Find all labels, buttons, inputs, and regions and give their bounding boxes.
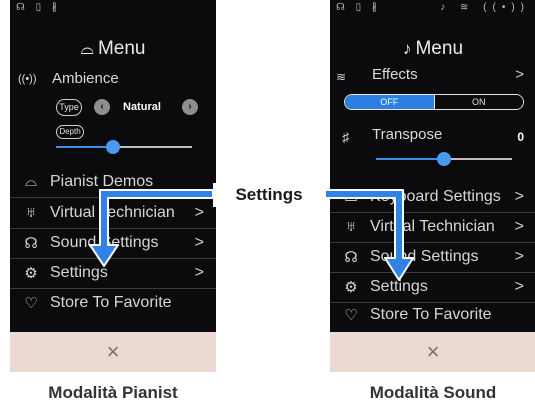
menu-item-label: Pianist Demos (50, 173, 154, 190)
menu-item-label: Store To Favorite (370, 306, 492, 323)
sound-mode-caption: Modalità Sound (369, 383, 497, 402)
transpose-label: Transpose (372, 126, 443, 143)
toggle-off[interactable]: OFF (345, 95, 434, 109)
chevron-right-icon: > (514, 248, 524, 265)
menu-title-label: Menu (97, 38, 146, 59)
menu-item-sound-settings[interactable]: ☊ Sound Settings > (330, 243, 535, 273)
effects-icon: ≋ (336, 70, 347, 84)
effects-toggle[interactable]: OFF ON (344, 94, 524, 110)
menu-item-virtual-technician[interactable]: ♅ Virtual Technician > (10, 199, 216, 229)
pianist-mode-screen: ☊ ▯ ∦ ⌓ Menu ((•)) Ambience Type ‹ Natura… (10, 0, 216, 372)
menu-item-label: Settings (370, 278, 428, 295)
menu-item-label: Virtual Technician (370, 218, 495, 235)
chevron-right-icon[interactable]: > (515, 66, 524, 83)
menu-item-settings[interactable]: ⚙ Settings > (330, 273, 535, 303)
close-icon: × (426, 339, 440, 364)
chevron-right-icon: > (514, 278, 524, 295)
chevron-right-icon: > (194, 234, 204, 251)
depth-slider-fill (56, 146, 113, 148)
gear-icon: ⚙ (24, 265, 38, 282)
ambience-label: Ambience (52, 70, 119, 87)
status-icons: ☊ ▯ ∦ (16, 2, 61, 13)
grand-piano-icon: ⌓ (25, 173, 37, 190)
type-label: Type (56, 99, 82, 116)
chevron-right-icon: > (514, 218, 524, 235)
technician-icon: ♅ (25, 204, 37, 221)
menu-item-label: Settings (50, 264, 108, 281)
menu-item-pianist-demos[interactable]: ⌓ Pianist Demos (10, 168, 216, 198)
settings-callout-label: Settings (213, 183, 325, 207)
close-icon: × (106, 339, 120, 364)
ambience-icon: ((•)) (18, 73, 37, 85)
menu-item-label: Sound Settings (50, 234, 159, 251)
type-previous-button[interactable]: ‹ (94, 99, 110, 115)
menu-item-virtual-technician[interactable]: ♅ Virtual Technician > (330, 213, 535, 243)
depth-label: Depth (56, 125, 84, 139)
chevron-right-icon: > (194, 264, 204, 281)
menu-item-sound-settings[interactable]: ☊ Sound Settings > (10, 229, 216, 259)
transpose-slider-knob[interactable] (437, 152, 451, 166)
sound-mode-screen: ☊ ▯ ∦ ♪ ≋ ((•)) ♪ Menu ≋ Effects > OFF ON… (330, 0, 535, 372)
close-menu-button[interactable]: × (330, 332, 535, 372)
menu-title: ⌓ Menu (10, 38, 216, 60)
menu-item-keyboard-settings[interactable]: ▭ Keyboard Settings > (330, 183, 535, 213)
status-icons: ☊ ▯ ∦ (336, 2, 381, 13)
chevron-right-icon: > (514, 188, 524, 205)
transpose-slider-fill (376, 158, 444, 160)
status-icons-right: ♪ ≋ ((•)) (440, 2, 530, 13)
status-bar: ☊ ▯ ∦ ♪ ≋ ((•)) (336, 2, 530, 16)
heart-icon: ♡ (344, 307, 358, 324)
close-menu-button[interactable]: × (10, 332, 216, 372)
menu-item-label: Keyboard Settings (370, 188, 501, 205)
chevron-right-icon: > (194, 204, 204, 221)
transpose-slider[interactable] (376, 152, 512, 166)
headphones-icon: ☊ (344, 249, 358, 266)
gear-icon: ⚙ (344, 279, 358, 296)
depth-slider-knob[interactable] (106, 140, 120, 154)
menu-item-label: Sound Settings (370, 248, 479, 265)
menu-item-settings[interactable]: ⚙ Settings > (10, 259, 216, 289)
menu-item-label: Virtual Technician (50, 204, 175, 221)
heart-icon: ♡ (24, 295, 38, 312)
menu-item-label: Store To Favorite (50, 294, 172, 311)
type-next-button[interactable]: › (182, 99, 198, 115)
depth-slider[interactable] (56, 140, 192, 154)
grand-piano-icon: ⌓ (80, 39, 94, 58)
status-bar: ☊ ▯ ∦ (16, 2, 210, 16)
toggle-on[interactable]: ON (433, 95, 523, 109)
type-value: Natural (123, 101, 161, 113)
effects-label: Effects (372, 66, 418, 83)
transpose-value: 0 (517, 130, 524, 144)
transpose-icon: ♯ (342, 129, 349, 145)
music-note-icon: ♪ (402, 39, 412, 58)
menu-item-store-to-favorite[interactable]: ♡ Store To Favorite (10, 289, 216, 319)
menu-title: ♪ Menu (330, 38, 535, 60)
keyboard-icon: ▭ (343, 189, 359, 206)
menu-item-store-to-favorite[interactable]: ♡ Store To Favorite (330, 301, 535, 331)
technician-icon: ♅ (345, 218, 357, 235)
menu-title-label: Menu (415, 38, 464, 59)
pianist-mode-caption: Modalità Pianist (48, 383, 178, 402)
headphones-icon: ☊ (24, 235, 38, 252)
